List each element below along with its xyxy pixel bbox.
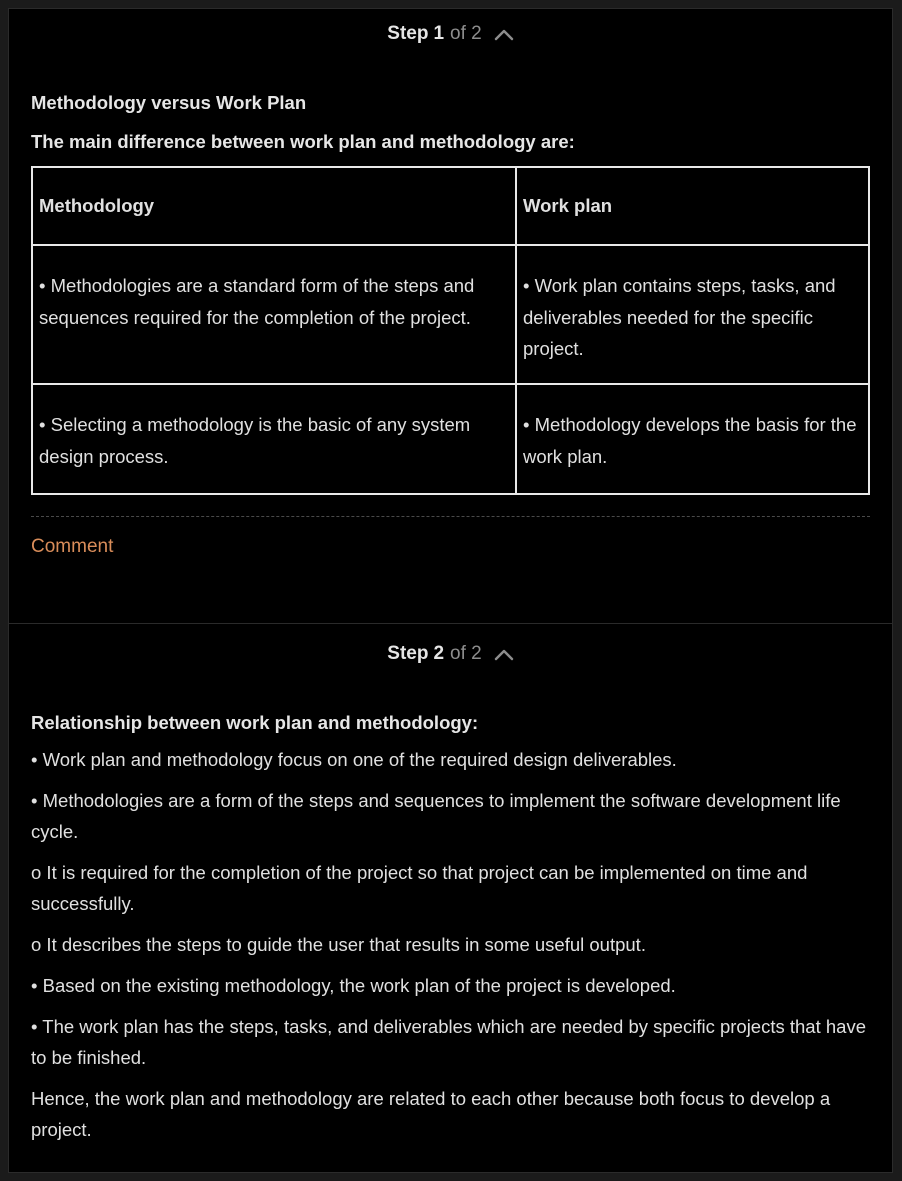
step-2-section: Step 2 of 2 Relationship between work pl…	[9, 629, 892, 1145]
table-cell: • Work plan contains steps, tasks, and d…	[515, 244, 870, 385]
paragraph: • Methodologies are a form of the steps …	[31, 790, 841, 842]
table-row: • Selecting a methodology is the basic o…	[31, 383, 870, 495]
paragraph: • Based on the existing methodology, the…	[31, 975, 676, 996]
step-label: Step	[387, 643, 429, 664]
section-separator	[9, 623, 892, 624]
table-cell: • Selecting a methodology is the basic o…	[31, 383, 517, 495]
step-number: 2	[433, 643, 445, 664]
paragraph: o It is required for the completion of t…	[31, 862, 808, 914]
step-2-header[interactable]: Step 2 of 2	[9, 629, 892, 677]
step-label: Step	[387, 23, 429, 44]
step-1-body: Methodology versus Work Plan The main di…	[9, 92, 892, 558]
step-number: 1	[433, 23, 445, 44]
chevron-up-icon[interactable]	[494, 26, 514, 41]
chevron-up-icon[interactable]	[494, 646, 514, 661]
solution-panel: Step 1 of 2 Methodology versus Work Plan…	[8, 8, 893, 1173]
section-subtitle: The main difference between work plan an…	[31, 131, 575, 152]
paragraph: • The work plan has the steps, tasks, an…	[31, 1016, 866, 1068]
step-1-section: Step 1 of 2 Methodology versus Work Plan…	[9, 9, 892, 558]
table-header-row: Methodology Work plan	[31, 166, 870, 246]
section-title: Relationship between work plan and metho…	[31, 712, 479, 733]
comment-link[interactable]: Comment	[31, 536, 113, 558]
table-header-cell: Methodology	[31, 166, 517, 246]
table-cell: • Methodologies are a standard form of t…	[31, 244, 517, 385]
step-1-header[interactable]: Step 1 of 2	[9, 9, 892, 57]
step-total: of 2	[450, 643, 482, 664]
paragraph: Hence, the work plan and methodology are…	[31, 1088, 831, 1140]
comparison-table: Methodology Work plan • Methodologies ar…	[31, 166, 870, 495]
section-title: Methodology versus Work Plan	[31, 92, 307, 113]
step-total: of 2	[450, 23, 482, 44]
dashed-divider	[31, 516, 870, 517]
paragraph: • Work plan and methodology focus on one…	[31, 749, 677, 770]
table-cell: • Methodology develops the basis for the…	[515, 383, 870, 495]
step-2-body: Relationship between work plan and metho…	[9, 712, 892, 1145]
table-row: • Methodologies are a standard form of t…	[31, 244, 870, 385]
table-header-cell: Work plan	[515, 166, 870, 246]
paragraph: o It describes the steps to guide the us…	[31, 934, 646, 955]
